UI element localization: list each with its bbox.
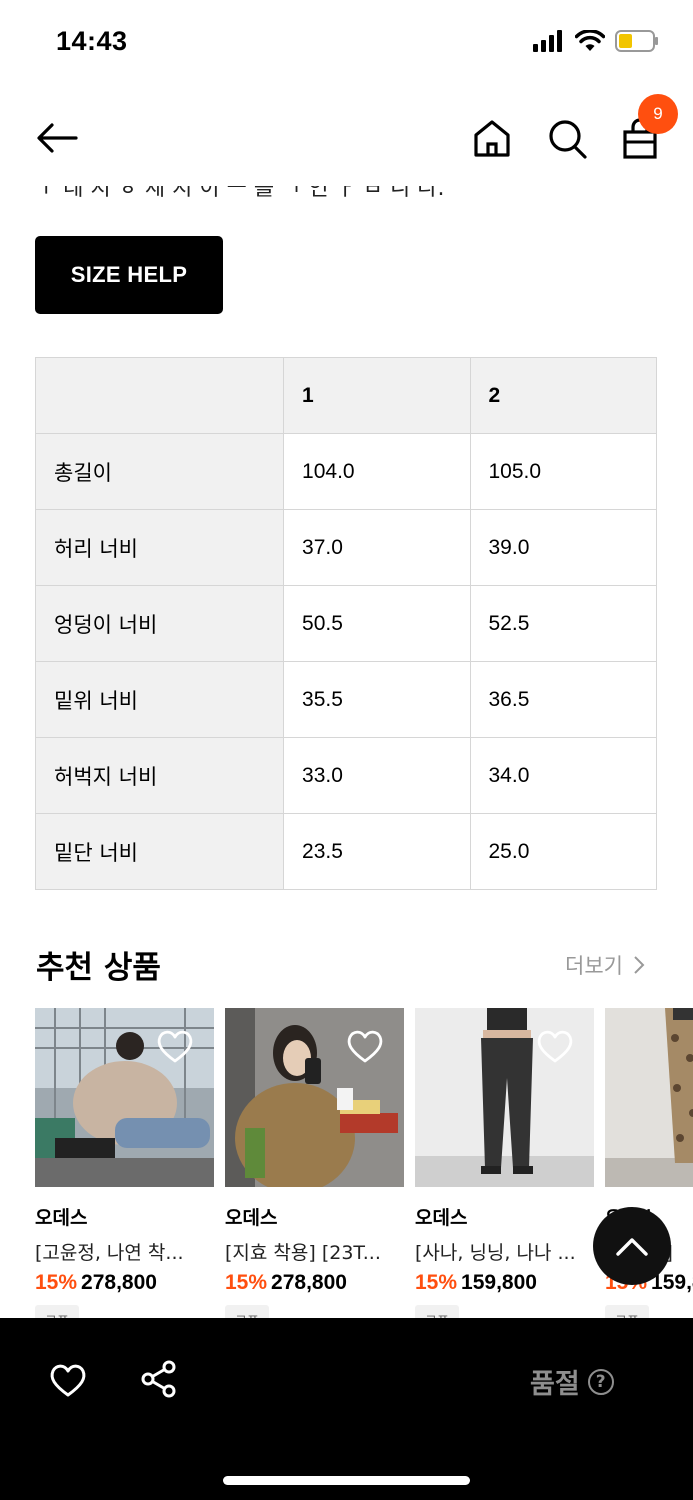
home-button[interactable] — [470, 114, 514, 162]
see-more-link[interactable]: 더보기 — [565, 950, 645, 980]
measurement-value: 25.0 — [469, 813, 657, 890]
table-row: 밑단 너비 23.5 25.0 — [34, 813, 657, 890]
recommended-products-carousel[interactable]: 오데스 [고윤정, 나연 착... 15%278,800 쿠폰 — [35, 1008, 693, 1318]
coupon-badge: 쿠폰 — [605, 1305, 649, 1318]
product-card[interactable]: 오데스 [지효 착용] [23T... 15%278,800 쿠폰 — [225, 1008, 404, 1318]
product-price: 159,800 — [461, 1271, 537, 1294]
product-price: 278,800 — [271, 1271, 347, 1294]
product-image[interactable] — [35, 1008, 214, 1187]
search-button[interactable] — [545, 114, 589, 162]
search-icon — [549, 120, 587, 159]
table-row: 총길이 104.0 105.0 — [34, 433, 657, 510]
product-discount: 15% — [225, 1271, 268, 1294]
measurement-value: 34.0 — [469, 737, 657, 814]
measurement-value: 36.5 — [469, 661, 657, 738]
coupon-badge: 쿠폰 — [35, 1305, 79, 1318]
table-row: 엉덩이 너비 50.5 52.5 — [34, 585, 657, 662]
measurement-value: 50.5 — [283, 585, 471, 662]
heart-icon — [50, 1364, 86, 1397]
product-discount: 15% — [35, 1271, 78, 1294]
arrow-left-icon — [37, 123, 78, 153]
chevron-right-icon — [634, 956, 645, 974]
heart-icon[interactable] — [346, 1028, 384, 1064]
product-price-line: 15%159,800 — [415, 1271, 594, 1295]
status-time: 14:43 — [56, 26, 128, 56]
size-header-2: 2 — [469, 357, 657, 434]
size-help-button[interactable]: SIZE HELP — [35, 236, 223, 314]
status-bar: 14:43 — [0, 0, 693, 90]
measurement-label: 엉덩이 너비 — [34, 585, 285, 662]
heart-icon[interactable] — [536, 1028, 574, 1064]
product-name: [사나, 닝닝, 나나 ... — [415, 1242, 576, 1264]
measurement-value: 105.0 — [469, 433, 657, 510]
back-button[interactable] — [34, 114, 82, 162]
product-name: [고윤정, 나연 착... — [35, 1242, 184, 1264]
product-image[interactable] — [225, 1008, 404, 1187]
product-name: [지효 착용] [23T... — [225, 1242, 381, 1264]
product-price-line: 15% 278,800 — [225, 1271, 404, 1295]
scroll-to-top-button[interactable] — [593, 1207, 671, 1285]
product-card[interactable]: 오데스 [고윤정, 나연 착... 15%278,800 쿠폰 — [35, 1008, 214, 1318]
chevron-up-icon — [616, 1238, 648, 1256]
status-icons — [533, 30, 659, 52]
heart-icon[interactable] — [156, 1028, 194, 1064]
bottom-action-bar: 품절 ? — [0, 1318, 693, 1500]
size-table-header-row: 1 2 — [34, 357, 657, 434]
measurement-value: 39.0 — [469, 509, 657, 586]
measurement-label: 허리 너비 — [34, 509, 285, 586]
coupon-badge: 쿠폰 — [225, 1305, 269, 1318]
measurement-label: 총길이 — [34, 433, 285, 510]
product-card[interactable]: 오데스 [사나, 닝닝, 나나 ... 15%159,800 쿠폰 — [415, 1008, 594, 1318]
share-button[interactable] — [141, 1360, 177, 1398]
coupon-badge: 쿠폰 — [415, 1305, 459, 1318]
product-image[interactable] — [415, 1008, 594, 1187]
like-button[interactable] — [48, 1362, 88, 1398]
home-indicator — [223, 1476, 470, 1485]
sold-out-label: 품절 — [530, 1369, 580, 1400]
recommended-section-title: 추천 상품 — [36, 950, 161, 986]
product-price-line: 15% 278,800 — [35, 1271, 214, 1295]
top-nav-header — [0, 90, 693, 186]
share-icon — [141, 1360, 176, 1398]
see-more-label: 더보기 — [565, 954, 623, 978]
size-table-corner-cell — [34, 357, 285, 434]
product-discount: 15% — [415, 1271, 458, 1294]
help-icon[interactable]: ? — [587, 1368, 614, 1395]
cart-count-badge: 9 — [638, 94, 678, 134]
measurement-value: 52.5 — [469, 585, 657, 662]
measurement-value: 104.0 — [283, 433, 471, 510]
wifi-icon — [575, 30, 605, 51]
measurement-label: 밑단 너비 — [34, 813, 285, 890]
table-row: 밑위 너비 35.5 36.5 — [34, 661, 657, 738]
measurement-label: 밑위 너비 — [34, 661, 285, 738]
battery-icon — [615, 30, 658, 52]
product-brand: 오데스 — [415, 1207, 468, 1229]
size-table: 1 2 총길이 104.0 105.0 허리 너비 37.0 39.0 엉덩이 … — [34, 357, 657, 890]
product-brand: 오데스 — [35, 1207, 88, 1229]
home-icon — [474, 120, 510, 157]
measurement-value: 33.0 — [283, 737, 471, 814]
measurement-value: 35.5 — [283, 661, 471, 738]
size-header-1: 1 — [283, 357, 471, 434]
sold-out-status: 품절 ? — [530, 1362, 614, 1401]
product-image[interactable] — [605, 1008, 693, 1187]
table-row: 허벅지 너비 33.0 34.0 — [34, 737, 657, 814]
measurement-value: 23.5 — [283, 813, 471, 890]
measurement-value: 37.0 — [283, 509, 471, 586]
cellular-signal-icon — [533, 30, 562, 52]
product-price: 278,800 — [81, 1271, 157, 1294]
product-brand: 오데스 — [225, 1207, 278, 1229]
measurement-label: 허벅지 너비 — [34, 737, 285, 814]
table-row: 허리 너비 37.0 39.0 — [34, 509, 657, 586]
